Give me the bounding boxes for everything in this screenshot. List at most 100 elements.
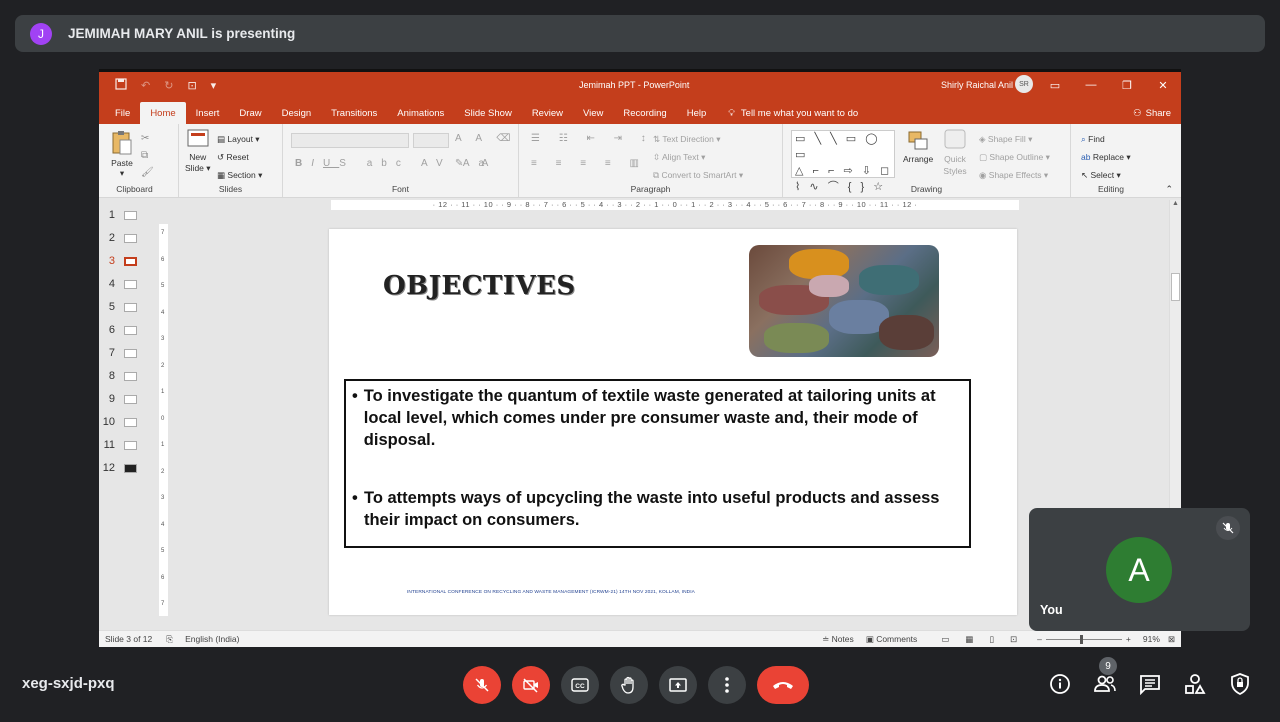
view-buttons[interactable]: ▭▦▯⊡ — [941, 634, 1033, 645]
tab-file[interactable]: File — [99, 102, 140, 124]
host-controls-button[interactable] — [1228, 672, 1252, 696]
self-video-tile[interactable]: A You — [1029, 508, 1250, 631]
paste-button[interactable]: Paste ▾ — [111, 130, 133, 179]
select-button[interactable]: ↖ Select ▾ — [1081, 166, 1131, 184]
objectives-textbox[interactable]: • To investigate the quantum of textile … — [344, 379, 971, 548]
language-indicator[interactable]: English (India) — [185, 634, 239, 644]
quick-styles-icon — [944, 129, 966, 149]
zoom-out-icon[interactable]: – — [1037, 634, 1042, 644]
customize-qat-icon[interactable]: ▾ — [211, 79, 217, 92]
share-button[interactable]: ⚇ Share — [1133, 108, 1171, 119]
tab-home[interactable]: Home — [140, 102, 186, 124]
captions-button[interactable]: CC — [561, 666, 599, 704]
font-size-buttons[interactable]: A A ⌫ — [455, 133, 516, 144]
restore-icon[interactable]: ❐ — [1109, 72, 1145, 98]
tab-insert[interactable]: Insert — [186, 102, 230, 124]
tab-recording[interactable]: Recording — [613, 102, 676, 124]
cut-icon[interactable]: ✂ — [141, 130, 154, 147]
slide-thumbnail[interactable]: 10 — [99, 413, 155, 431]
font-name-select[interactable] — [291, 133, 409, 148]
present-button[interactable] — [659, 666, 697, 704]
replace-button[interactable]: ab Replace ▾ — [1081, 148, 1131, 166]
save-icon[interactable] — [115, 77, 127, 93]
layout-button[interactable]: ▤ Layout ▾ — [217, 130, 262, 148]
scroll-thumb[interactable] — [1171, 273, 1180, 301]
quick-styles-button[interactable]: Quick Styles — [943, 128, 967, 177]
copy-icon[interactable]: ⧉ — [141, 147, 154, 164]
new-slide-button[interactable]: New Slide ▾ — [185, 129, 211, 174]
convert-smartart-button[interactable]: ⧉ Convert to SmartArt ▾ — [653, 166, 743, 184]
end-call-button[interactable] — [757, 666, 809, 704]
tab-review[interactable]: Review — [522, 102, 573, 124]
text-direction-button[interactable]: ⇅ Text Direction ▾ — [653, 130, 743, 148]
zoom-in-icon[interactable]: + — [1126, 634, 1131, 644]
font-size-select[interactable] — [413, 133, 449, 148]
comments-button[interactable]: ▣ Comments — [866, 634, 918, 645]
slide-thumbnail[interactable]: 9 — [99, 390, 155, 408]
person-icon: ⚇ — [1133, 108, 1142, 119]
find-button[interactable]: ⌕ Find — [1081, 130, 1131, 148]
slide-thumbnail[interactable]: 7 — [99, 344, 155, 362]
shape-outline-button[interactable]: ▢ Shape Outline ▾ — [979, 148, 1050, 166]
undo-icon[interactable]: ↶ — [141, 79, 150, 92]
slide-thumbnail[interactable]: 11 — [99, 436, 155, 454]
arrange-button[interactable]: Arrange — [903, 130, 933, 164]
shape-effects-button[interactable]: ◉ Shape Effects ▾ — [979, 166, 1050, 184]
align-text-button[interactable]: ⇳ Align Text ▾ — [653, 148, 743, 166]
format-painter-icon[interactable]: 🖌︎ — [141, 164, 154, 181]
shape-fill-button[interactable]: ◈ Shape Fill ▾ — [979, 130, 1050, 148]
tab-draw[interactable]: Draw — [229, 102, 271, 124]
camera-toggle-button[interactable] — [512, 666, 550, 704]
raise-hand-button[interactable] — [610, 666, 648, 704]
new-slide-label-2: Slide — [185, 163, 204, 173]
ppt-title-bar: ↶ ↻ ⊡ ▾ Jemimah PPT - PowerPoint Shirly … — [99, 69, 1181, 98]
slide-title[interactable]: OBJECTIVES — [383, 271, 576, 301]
account-avatar[interactable]: SR — [1015, 75, 1033, 93]
chat-button[interactable] — [1138, 672, 1162, 696]
tab-view[interactable]: View — [573, 102, 613, 124]
tab-design[interactable]: Design — [272, 102, 322, 124]
activities-button[interactable] — [1183, 672, 1207, 696]
account-name[interactable]: Shirly Raichal Anil — [941, 80, 1013, 90]
scroll-up-icon[interactable]: ▲ — [1170, 200, 1181, 207]
more-options-button[interactable] — [708, 666, 746, 704]
slide-thumbnail[interactable]: 2 — [99, 229, 155, 247]
tab-slide-show[interactable]: Slide Show — [454, 102, 522, 124]
ribbon-display-icon[interactable]: ▭ — [1037, 72, 1073, 98]
minimize-icon[interactable]: — — [1073, 72, 1109, 98]
slide-canvas[interactable]: OBJECTIVES • To investigate the quantum … — [329, 229, 1017, 615]
tell-me-search[interactable]: 💡︎ Tell me what you want to do — [728, 102, 858, 124]
section-label: Section — [227, 170, 256, 180]
meeting-code: xeg-sxjd-pxq — [22, 675, 115, 692]
reset-button[interactable]: ↺ Reset — [217, 148, 262, 166]
slide-thumbnail[interactable]: 12 — [99, 459, 155, 477]
slide-thumbnail[interactable]: 6 — [99, 321, 155, 339]
font-color-buttons[interactable]: ✎ A — [455, 158, 496, 169]
people-button[interactable]: 9 — [1093, 657, 1117, 696]
present-from-beginning-icon[interactable]: ⊡ — [187, 79, 196, 92]
slide-thumbnail[interactable]: 1 — [99, 206, 155, 224]
mic-toggle-button[interactable] — [463, 666, 501, 704]
zoom-slider-thumb[interactable] — [1079, 634, 1083, 644]
collapse-ribbon-icon[interactable]: ⌃ — [1165, 184, 1173, 195]
tab-transitions[interactable]: Transitions — [321, 102, 387, 124]
notes-button[interactable]: ≐ Notes — [822, 634, 854, 645]
zoom-slider[interactable] — [1045, 634, 1122, 644]
tab-help[interactable]: Help — [677, 102, 717, 124]
shapes-gallery[interactable]: ▭ ╲ ╲ ▭ ◯ ▭ △ ⌐ ⌐ ⇨ ⇩ ◻ ⌇ ∿ ⌒ { } ☆ — [791, 130, 895, 193]
textile-waste-image[interactable] — [749, 245, 939, 357]
close-icon[interactable]: ✕ — [1145, 72, 1181, 98]
align-buttons[interactable]: ≡ ≡ ≡ ≡ ▥ — [531, 158, 647, 169]
slide-thumbnail[interactable]: 3 — [99, 252, 155, 270]
slide-thumbnail[interactable]: 5 — [99, 298, 155, 316]
fit-slide-icon[interactable]: ⊠ — [1168, 634, 1175, 645]
meeting-details-button[interactable] — [1048, 672, 1072, 696]
slide-thumbnail[interactable]: 8 — [99, 367, 155, 385]
slide-thumbnail[interactable]: 4 — [99, 275, 155, 293]
spell-check-icon[interactable]: ⎘ — [166, 634, 173, 645]
redo-icon[interactable]: ↻ — [164, 79, 173, 92]
list-buttons[interactable]: ☰ ☷ ⇤ ⇥ ↕ — [531, 133, 654, 144]
tab-animations[interactable]: Animations — [387, 102, 454, 124]
section-button[interactable]: ▦ Section ▾ — [217, 166, 262, 184]
zoom-level[interactable]: 91% — [1143, 634, 1160, 644]
